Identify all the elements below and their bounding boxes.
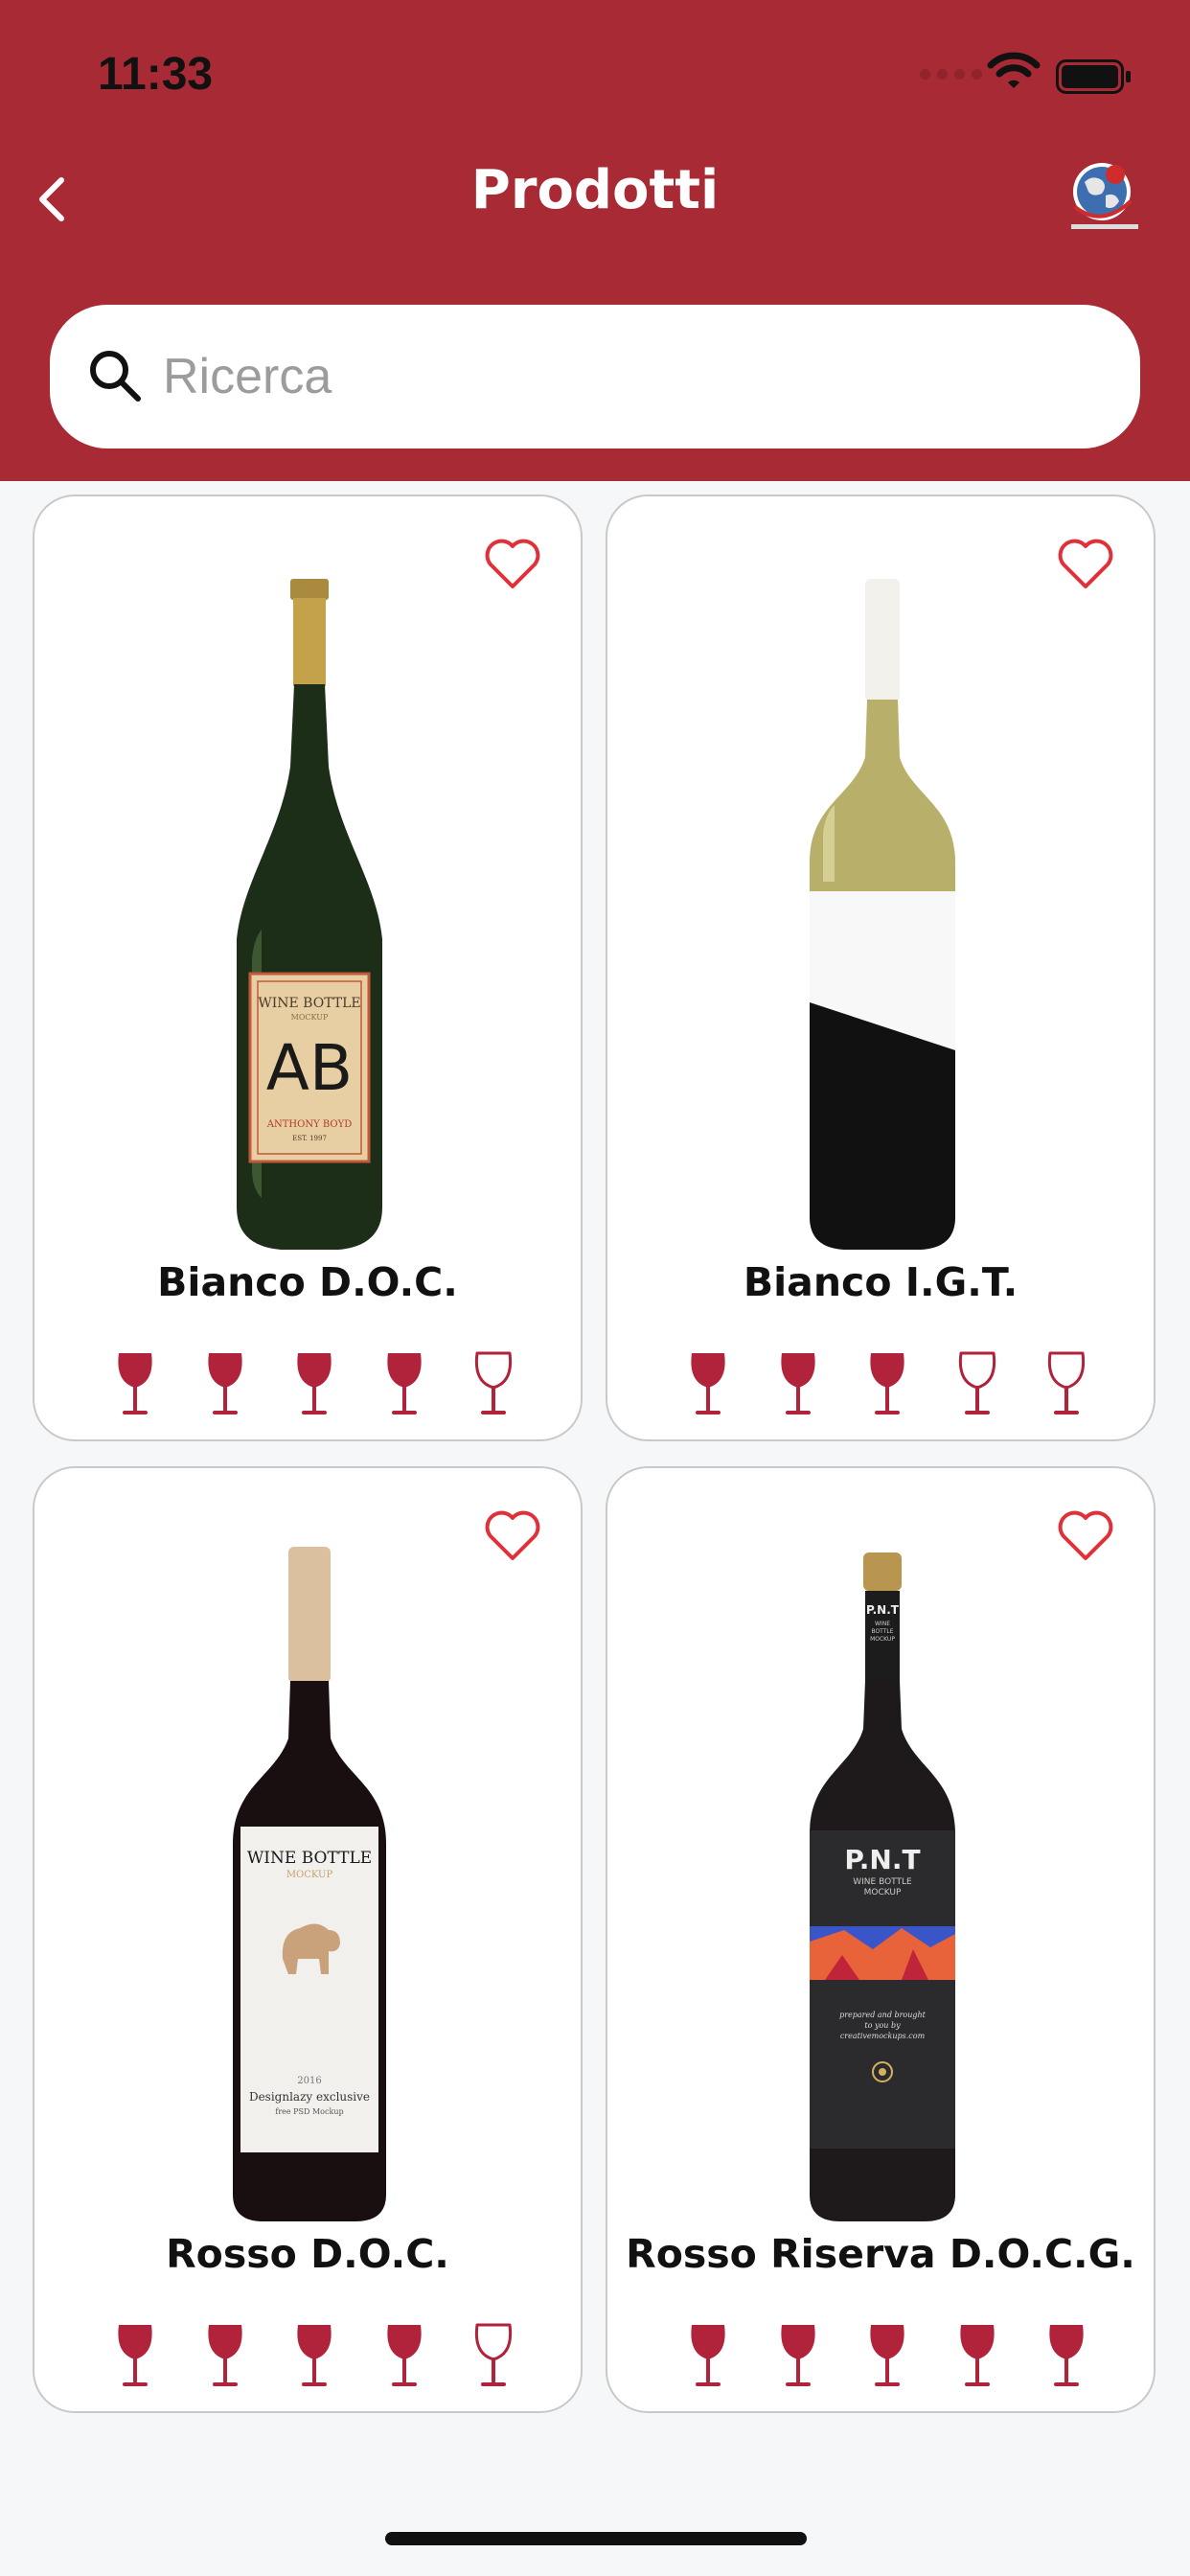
bottle-label-text: MOCKUP <box>870 1636 895 1643</box>
product-image <box>810 579 955 1250</box>
wine-glass-filled-icon <box>118 1353 152 1414</box>
wine-rating <box>113 2321 515 2388</box>
bottle-label-text: Designlazy exclusive <box>249 2090 370 2104</box>
product-name: Rosso D.O.C. <box>166 2231 449 2277</box>
wine-rating <box>686 1349 1088 1416</box>
search-icon <box>90 351 141 402</box>
search-input[interactable] <box>163 305 1102 448</box>
product-card-bianco-doc[interactable]: WINE BOTTLE MOCKUP AB ANTHONY BOYD EST. … <box>33 494 583 1441</box>
heart-icon[interactable] <box>483 537 542 590</box>
wine-glass-empty-icon <box>474 2323 513 2386</box>
bottle-label-text: ANTHONY BOYD <box>266 1119 352 1130</box>
wine-glass-filled-icon <box>297 1353 332 1414</box>
bottle-label-text: WINE <box>875 1621 890 1627</box>
home-indicator[interactable] <box>385 2532 807 2545</box>
bottle-label-text: WINE BOTTLE <box>258 996 360 1011</box>
product-name: Bianco I.G.T. <box>743 1259 1018 1305</box>
wine-glass-empty-icon <box>474 1351 513 1414</box>
bottle-label-text: BOTTLE <box>871 1628 893 1635</box>
wine-rating <box>686 2321 1088 2388</box>
wine-glass-filled-icon <box>118 2325 152 2386</box>
wine-glass-filled-icon <box>207 1353 242 1414</box>
bottle-label-text: P.N.T <box>866 1603 900 1617</box>
heart-icon[interactable] <box>1056 1508 1115 1562</box>
status-icons <box>920 52 1136 100</box>
search-bar[interactable] <box>50 305 1140 448</box>
bottle-label-monogram: AB <box>266 1031 353 1105</box>
wine-glass-filled-icon <box>691 1353 725 1414</box>
product-name: Bianco D.O.C. <box>157 1259 458 1305</box>
bottle-label-text: WINE BOTTLE <box>853 1877 912 1887</box>
wine-glass-filled-icon <box>870 2325 904 2386</box>
bottle-label-text: WINE BOTTLE <box>247 1849 372 1868</box>
wine-glass-filled-icon <box>386 1353 422 1414</box>
wine-glass-filled-icon <box>870 1353 904 1414</box>
wine-glass-filled-icon <box>386 2325 422 2386</box>
wine-rating <box>113 1349 515 1416</box>
product-card-rosso-doc[interactable]: WINE BOTTLE MOCKUP 2016 Designlazy exclu… <box>33 1466 583 2413</box>
bottle-label-brand: P.N.T <box>844 1844 920 1875</box>
battery-icon <box>1056 59 1131 94</box>
cellular-signal-icon <box>920 69 982 80</box>
bottle-label-text: MOCKUP <box>286 1870 333 1880</box>
wifi-icon <box>987 52 1041 88</box>
bottle-label-text: free PSD Mockup <box>275 2107 343 2116</box>
product-image: WINE BOTTLE MOCKUP AB ANTHONY BOYD EST. … <box>237 579 382 1250</box>
wine-glass-empty-icon <box>958 1351 995 1414</box>
bottle-label-text: prepared and brought <box>839 2011 927 2019</box>
status-time: 11:33 <box>98 49 214 100</box>
bottle-label-text: EST. 1997 <box>292 1135 327 1142</box>
heart-icon[interactable] <box>483 1508 542 1562</box>
product-image: P.N.T WINE BOTTLE MOCKUP P.N.T WINE BOTT… <box>810 1552 955 2221</box>
wine-glass-filled-icon <box>780 1353 815 1414</box>
product-image: WINE BOTTLE MOCKUP 2016 Designlazy exclu… <box>233 1547 386 2221</box>
bottle-label-text: creativemockups.com <box>840 2032 926 2040</box>
product-card-bianco-igt[interactable]: Bianco I.G.T. <box>606 494 1156 1441</box>
wine-glass-filled-icon <box>297 2325 332 2386</box>
header-bar: 11:33 Prodotti <box>0 0 1190 481</box>
bottle-label-text: MOCKUP <box>864 1888 902 1898</box>
product-card-rosso-riserva-docg[interactable]: P.N.T WINE BOTTLE MOCKUP P.N.T WINE BOTT… <box>606 1466 1156 2413</box>
wine-glass-empty-icon <box>1047 1351 1086 1414</box>
bottle-label-text: 2016 <box>297 2076 321 2086</box>
bottle-label-text: MOCKUP <box>291 1013 329 1022</box>
product-name: Rosso Riserva D.O.C.G. <box>626 2231 1135 2277</box>
page-title: Prodotti <box>470 159 720 221</box>
bottle-label-text: to you by <box>864 2021 901 2030</box>
wine-glass-filled-icon <box>1049 2325 1084 2386</box>
heart-icon[interactable] <box>1056 537 1115 590</box>
wine-glass-filled-icon <box>959 2325 995 2386</box>
globe-logo-icon[interactable] <box>1064 153 1146 236</box>
wine-glass-filled-icon <box>780 2325 815 2386</box>
wine-glass-filled-icon <box>691 2325 725 2386</box>
wine-glass-filled-icon <box>207 2325 242 2386</box>
